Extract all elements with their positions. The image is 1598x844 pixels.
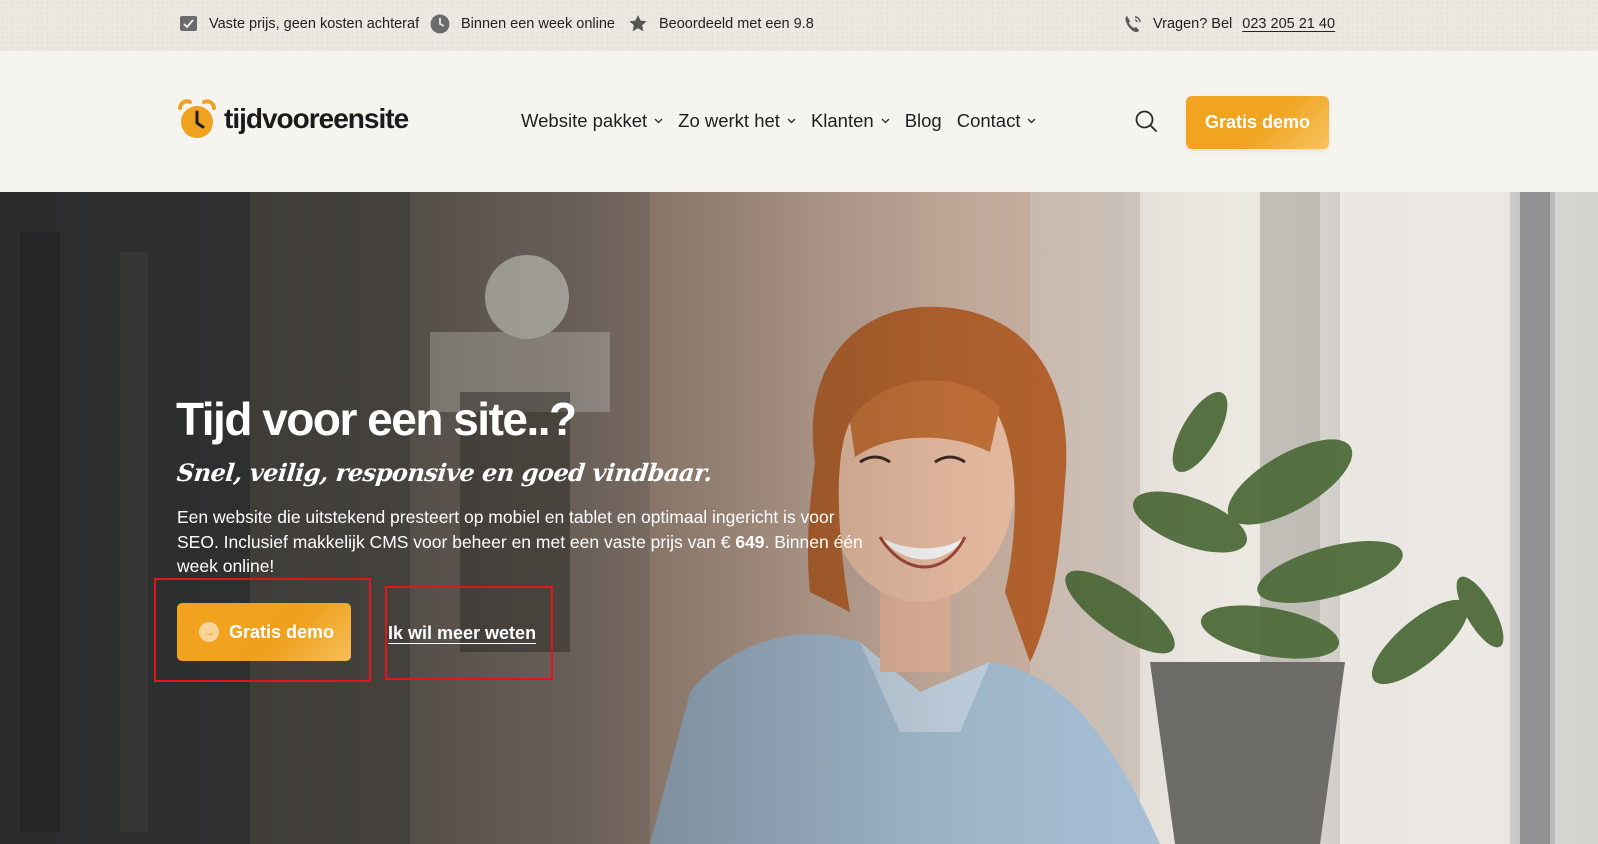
nav-item-contact[interactable]: Contact (957, 110, 1037, 132)
usp-text: Binnen een week online (461, 16, 615, 32)
usp-fixed-price: Vaste prijs, geen kosten achteraf (179, 14, 419, 33)
phone-icon (1125, 16, 1141, 32)
annotation-box-learn-more (385, 586, 553, 680)
phone-link[interactable]: 023 205 21 40 (1242, 16, 1335, 32)
hero-price: 649 (735, 531, 765, 552)
nav-item-label: Website pakket (521, 110, 648, 131)
nav-item-blog[interactable]: Blog (905, 110, 942, 132)
hero-description: Een website die uitstekend presteert op … (177, 505, 877, 579)
contact-label: Vragen? Bel (1153, 16, 1233, 32)
nav-item-label: Contact (956, 110, 1021, 131)
nav-item-klanten[interactable]: Klanten (811, 110, 890, 132)
alarm-clock-icon (178, 99, 216, 138)
star-badge-icon (629, 15, 647, 32)
search-button[interactable] (1134, 109, 1158, 133)
annotation-box-demo (154, 578, 371, 682)
nav-item-zo-werkt-het[interactable]: Zo werkt het (678, 110, 796, 132)
search-icon (1135, 110, 1157, 132)
chevron-down-icon (654, 118, 663, 124)
usp-rating: Beoordeeld met een 9.8 (628, 14, 814, 34)
logo[interactable]: tijdvooreensite (176, 98, 409, 140)
header-demo-button[interactable]: Gratis demo (1186, 96, 1329, 149)
usp-text: Beoordeeld met een 9.8 (659, 16, 814, 32)
hero-section: Tijd voor een site..? Snel, veilig, resp… (0, 192, 1598, 844)
nav-item-label: Zo werkt het (678, 110, 780, 131)
usp-text: Vaste prijs, geen kosten achteraf (209, 15, 420, 32)
usp-online-week: Binnen een week online (430, 14, 615, 34)
chevron-down-icon (1027, 118, 1036, 124)
logo-text: tijdvooreensite (224, 103, 409, 134)
top-utility-bar: Vaste prijs, geen kosten achteraf Binnen… (0, 0, 1598, 51)
nav-item-website-pakket[interactable]: Website pakket (521, 110, 663, 132)
main-nav: Website pakket Zo werkt het Klanten Blog… (521, 110, 1051, 132)
chevron-down-icon (881, 118, 890, 124)
nav-item-label: Blog (904, 110, 942, 131)
hero-title: Tijd voor een site..? (176, 393, 577, 445)
clock-icon (430, 14, 450, 34)
chevron-down-icon (787, 118, 796, 124)
contact-phone: Vragen? Bel 023 205 21 40 (1123, 14, 1335, 34)
price-tag-icon (180, 16, 197, 31)
nav-item-label: Klanten (810, 110, 874, 131)
hero-tagline: Snel, veilig, responsive en goed vindbaa… (175, 458, 714, 487)
site-header: tijdvooreensite Website pakket Zo werkt … (0, 51, 1598, 192)
